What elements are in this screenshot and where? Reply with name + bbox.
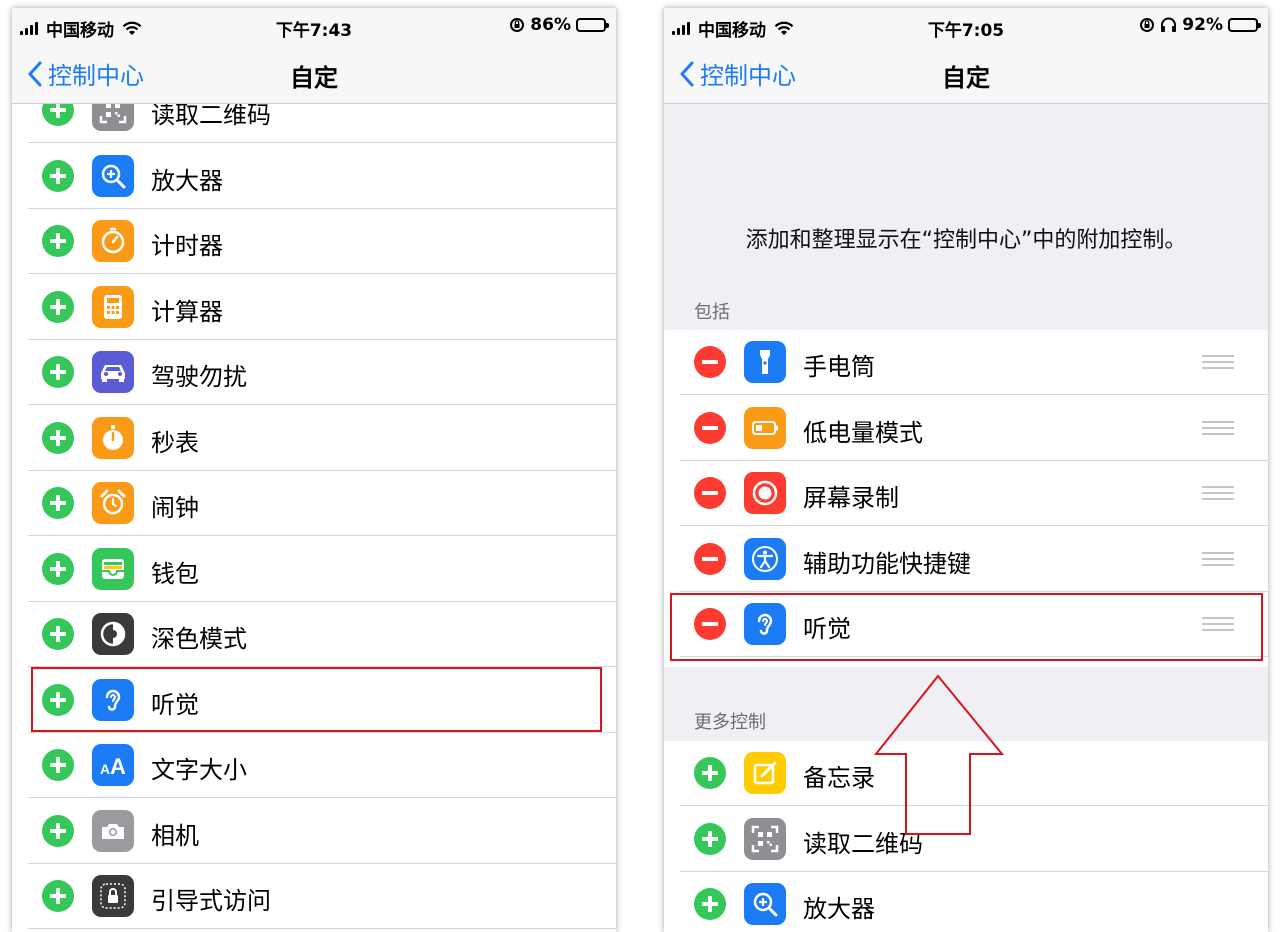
remove-control-button[interactable] (694, 346, 726, 378)
page-title: 自定 (942, 64, 990, 92)
navigation-bar: 控制中心 自定 (12, 42, 616, 104)
control-label: 计算器 (151, 297, 223, 326)
control-label: 闹钟 (151, 494, 199, 522)
list-item: 辅助功能快捷键 (664, 526, 1268, 592)
control-label: 相机 (151, 821, 199, 850)
up-arrow-annotation (873, 674, 1005, 835)
header-background (664, 104, 1268, 337)
battery-percent: 92% (1182, 15, 1223, 35)
add-control-button[interactable] (694, 757, 726, 789)
list-item: 屏幕录制 (664, 461, 1268, 526)
reorder-handle-icon[interactable] (1202, 551, 1234, 568)
svg-text:A: A (100, 761, 110, 777)
control-label: 计时器 (151, 232, 223, 260)
battery-percent: 86% (530, 15, 571, 35)
status-bar: 中国移动 下午7:05 92% (664, 8, 1268, 42)
highlight-box-left (31, 667, 602, 732)
left-phone-screen: 中国移动 下午7:43 86% 控制中心 自定 读取二维码 放大器 计时器 计算器 驾驶… (12, 8, 616, 932)
list-item: 相机 (12, 798, 616, 864)
more-controls-section-header: 更多控制 (694, 712, 766, 733)
magnifier-icon (92, 154, 134, 197)
control-label: 放大器 (803, 895, 875, 923)
alarm-icon (92, 482, 134, 524)
camera-icon (92, 809, 134, 852)
magnifier-icon (744, 883, 786, 925)
reorder-handle-icon[interactable] (1202, 486, 1234, 502)
dark-mode-icon (92, 613, 134, 655)
control-label: 秒表 (151, 428, 199, 457)
svg-text:A: A (110, 754, 126, 779)
control-label: 低电量模式 (803, 418, 923, 447)
reorder-handle-icon[interactable] (1202, 355, 1234, 371)
control-label: 手电筒 (803, 353, 875, 381)
control-label: 驾驶勿扰 (151, 363, 247, 391)
list-item: 钱包 (12, 536, 616, 602)
add-control-button[interactable] (42, 814, 74, 847)
add-control-button[interactable] (42, 618, 74, 650)
add-control-button[interactable] (42, 225, 74, 257)
control-label: 钱包 (151, 559, 199, 588)
remove-control-button[interactable] (694, 411, 726, 444)
included-section-header: 包括 (694, 302, 730, 323)
control-label: 引导式访问 (151, 887, 271, 915)
flashlight-icon (744, 341, 786, 383)
notes-icon (744, 752, 786, 794)
remove-control-button[interactable] (694, 477, 726, 509)
calculator-icon (92, 285, 134, 328)
list-item: A A 文字大小 (12, 733, 616, 798)
add-control-button[interactable] (42, 749, 74, 781)
list-item: 深色模式 (12, 602, 616, 667)
row-separator (28, 928, 616, 929)
add-control-button[interactable] (694, 888, 726, 920)
add-control-button[interactable] (694, 822, 726, 855)
wallet-icon (92, 547, 134, 590)
add-control-button[interactable] (42, 552, 74, 585)
list-item: 计时器 (12, 209, 616, 274)
intro-description: 添加和整理显示在“控制中心”中的附加控制。 (745, 228, 1187, 253)
control-label: 放大器 (151, 166, 223, 195)
remove-control-button[interactable] (694, 542, 726, 575)
status-bar: 中国移动 下午7:43 86% (12, 8, 616, 42)
reorder-handle-icon[interactable] (1202, 420, 1234, 437)
page-title: 自定 (290, 64, 338, 92)
list-item: 秒表 (12, 405, 616, 471)
headphones-icon (1161, 17, 1177, 32)
list-item: 计算器 (12, 274, 616, 340)
add-control-button[interactable] (42, 356, 74, 388)
control-label: 备忘录 (803, 764, 875, 792)
control-label: 文字大小 (151, 756, 247, 784)
list-item: 放大器 (12, 143, 616, 209)
highlight-box-right (670, 593, 1263, 661)
guided-access-icon (92, 875, 134, 917)
navigation-bar: 控制中心 自定 (664, 42, 1268, 104)
rotation-lock-icon (1140, 18, 1155, 32)
add-control-button[interactable] (42, 290, 74, 323)
control-label: 深色模式 (151, 625, 247, 653)
list-item: 放大器 (664, 872, 1268, 932)
car-icon (92, 351, 134, 393)
timer-icon (92, 220, 134, 262)
control-label: 辅助功能快捷键 (803, 549, 971, 578)
accessibility-icon (744, 537, 786, 580)
control-label: 屏幕录制 (803, 484, 899, 512)
rotation-lock-icon (510, 18, 525, 32)
add-control-button[interactable] (42, 421, 74, 454)
screen-record-icon (744, 472, 786, 514)
stopwatch-icon (92, 416, 134, 459)
low-power-icon (744, 406, 786, 449)
list-item: 引导式访问 (12, 864, 616, 929)
list-item: 手电筒 (664, 330, 1268, 395)
battery-icon (576, 18, 609, 32)
qr-code-icon (744, 817, 786, 860)
text-size-icon: AA (92, 744, 134, 786)
list-item: 驾驶勿扰 (12, 340, 616, 405)
list-item: 闹钟 (12, 471, 616, 536)
battery-icon (1228, 18, 1261, 32)
add-control-button[interactable] (42, 880, 74, 912)
add-control-button[interactable] (42, 159, 74, 192)
add-control-button[interactable] (42, 487, 74, 519)
list-item: 低电量模式 (664, 395, 1268, 461)
